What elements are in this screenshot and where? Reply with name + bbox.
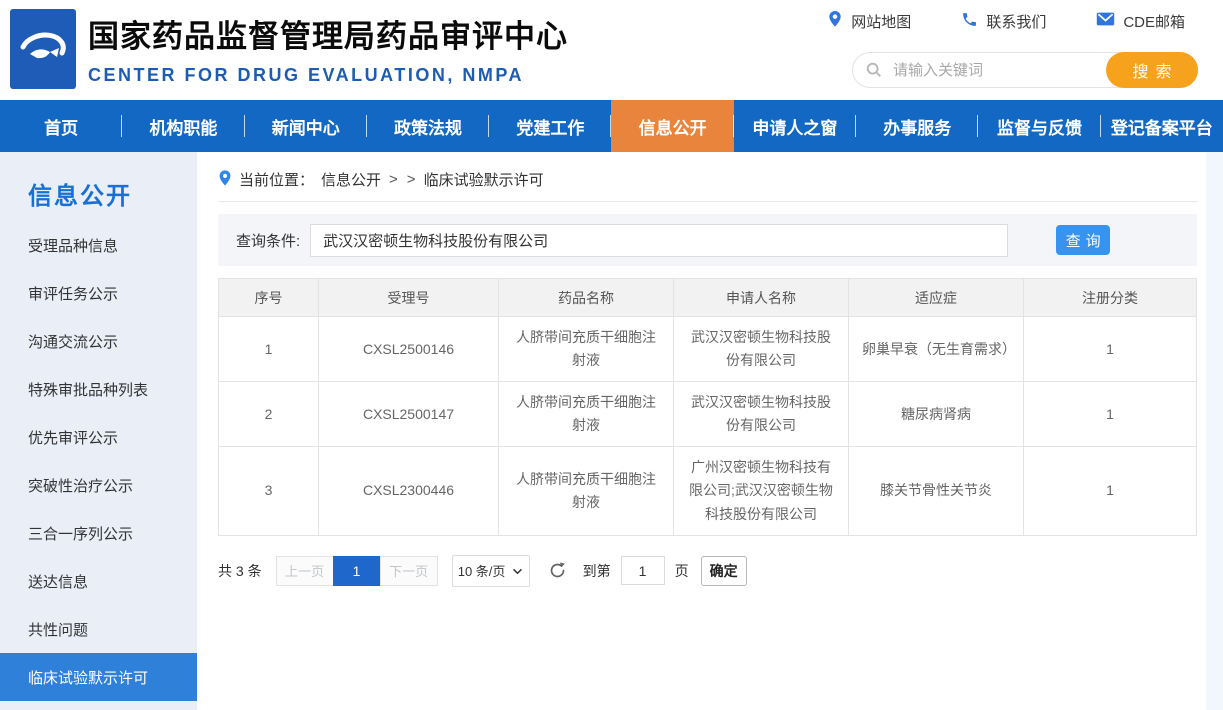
- magnifier-icon: [865, 61, 883, 84]
- nav-item-supervision[interactable]: 监督与反馈: [978, 100, 1100, 152]
- pagination: 共 3 条 上一页 1 下一页 10 条/页 到第 页 确定: [218, 555, 1197, 587]
- query-panel: 查询条件: 查询: [218, 214, 1197, 266]
- site-title-cn: 国家药品监督管理局药品审评中心: [88, 11, 568, 56]
- query-condition-label: 查询条件:: [236, 230, 300, 251]
- table-row: 1 CXSL2500146 人脐带间充质干细胞注射液 武汉汉密顿生物科技股份有限…: [219, 317, 1197, 382]
- nav-item-applicant-window[interactable]: 申请人之窗: [734, 100, 856, 152]
- contact-label: 联系我们: [986, 11, 1046, 32]
- cell-indication: 卵巢早衰（无生育需求）: [849, 317, 1024, 382]
- cell-applicant: 武汉汉密顿生物科技股份有限公司: [674, 317, 849, 382]
- main-nav: 首页 机构职能 新闻中心 政策法规 党建工作 信息公开 申请人之窗 办事服务 监…: [0, 100, 1223, 152]
- column-header-applicant: 申请人名称: [674, 279, 849, 317]
- next-page-button[interactable]: 下一页: [380, 556, 438, 586]
- sidebar-item-special-approval[interactable]: 特殊审批品种列表: [0, 365, 197, 413]
- site-header: 国家药品监督管理局药品审评中心 CENTER FOR DRUG EVALUATI…: [0, 0, 1223, 100]
- column-header-drug-name: 药品名称: [499, 279, 674, 317]
- cell-acceptance-no: CXSL2500147: [319, 382, 499, 447]
- column-header-seq: 序号: [219, 279, 319, 317]
- breadcrumb: 当前位置： 信息公开 > > 临床试验默示许可: [218, 158, 1197, 202]
- sidebar-item-clinical-trial-implied-license[interactable]: 临床试验默示许可: [0, 653, 197, 701]
- nav-item-policies[interactable]: 政策法规: [367, 100, 489, 152]
- cell-indication: 糖尿病肾病: [849, 382, 1024, 447]
- query-condition-input[interactable]: [310, 224, 1008, 257]
- contact-link[interactable]: 联系我们: [961, 10, 1046, 32]
- site-titles: 国家药品监督管理局药品审评中心 CENTER FOR DRUG EVALUATI…: [88, 11, 568, 86]
- total-count-label: 共 3 条: [218, 561, 262, 581]
- page-size-select[interactable]: 10 条/页: [452, 555, 530, 587]
- cell-applicant: 广州汉密顿生物科技有限公司;武汉汉密顿生物科技股份有限公司: [674, 447, 849, 535]
- confirm-button[interactable]: 确定: [701, 556, 747, 586]
- column-header-registration-class: 注册分类: [1024, 279, 1197, 317]
- sidebar-title: 信息公开: [28, 176, 197, 211]
- breadcrumb-separator: >: [407, 171, 416, 188]
- mailbox-label: CDE邮箱: [1123, 11, 1185, 32]
- breadcrumb-current: 临床试验默示许可: [424, 169, 544, 190]
- cell-seq: 2: [219, 382, 319, 447]
- cell-acceptance-no: CXSL2300446: [319, 447, 499, 535]
- page-size-value: 10 条/页: [458, 561, 506, 580]
- nav-item-info-disclosure[interactable]: 信息公开: [611, 100, 733, 152]
- sidebar-item-three-in-one[interactable]: 三合一序列公示: [0, 509, 197, 557]
- cell-registration-class: 1: [1024, 317, 1197, 382]
- site-title-en: CENTER FOR DRUG EVALUATION, NMPA: [88, 65, 568, 86]
- table-row: 3 CXSL2300446 人脐带间充质干细胞注射液 广州汉密顿生物科技有限公司…: [219, 447, 1197, 535]
- location-pin-icon: [218, 169, 232, 191]
- phone-icon: [961, 11, 978, 32]
- cell-acceptance-no: CXSL2500146: [319, 317, 499, 382]
- column-header-indication: 适应症: [849, 279, 1024, 317]
- main-area: 信息公开 受理品种信息 审评任务公示 沟通交流公示 特殊审批品种列表 优先审评公…: [0, 152, 1223, 710]
- cell-indication: 膝关节骨性关节炎: [849, 447, 1024, 535]
- content-area: 当前位置： 信息公开 > > 临床试验默示许可 查询条件: 查询 序号 受理号 药…: [197, 152, 1223, 710]
- nav-item-news[interactable]: 新闻中心: [245, 100, 367, 152]
- site-search: 搜索: [852, 52, 1198, 88]
- breadcrumb-prefix: 当前位置：: [239, 169, 314, 190]
- refresh-icon[interactable]: [548, 561, 567, 580]
- page-right-strip: [1206, 152, 1223, 710]
- nav-item-party[interactable]: 党建工作: [489, 100, 611, 152]
- prev-page-button[interactable]: 上一页: [276, 556, 334, 586]
- table-header-row: 序号 受理号 药品名称 申请人名称 适应症 注册分类: [219, 279, 1197, 317]
- nav-item-home[interactable]: 首页: [0, 100, 122, 152]
- sidebar-item-delivery-info[interactable]: 送达信息: [0, 557, 197, 605]
- results-table: 序号 受理号 药品名称 申请人名称 适应症 注册分类 1 CXSL2500146…: [218, 278, 1197, 536]
- goto-page-unit: 页: [675, 561, 689, 581]
- table-row: 2 CXSL2500147 人脐带间充质干细胞注射液 武汉汉密顿生物科技股份有限…: [219, 382, 1197, 447]
- sidebar: 信息公开 受理品种信息 审评任务公示 沟通交流公示 特殊审批品种列表 优先审评公…: [0, 152, 197, 710]
- sitemap-link[interactable]: 网站地图: [827, 10, 911, 32]
- cell-drug-name: 人脐带间充质干细胞注射液: [499, 382, 674, 447]
- nav-item-services[interactable]: 办事服务: [856, 100, 978, 152]
- sidebar-item-common-issues[interactable]: 共性问题: [0, 605, 197, 653]
- query-button[interactable]: 查询: [1056, 225, 1110, 255]
- sidebar-item-communication[interactable]: 沟通交流公示: [0, 317, 197, 365]
- cell-drug-name: 人脐带间充质干细胞注射液: [499, 317, 674, 382]
- sitemap-label: 网站地图: [851, 11, 911, 32]
- cell-applicant: 武汉汉密顿生物科技股份有限公司: [674, 382, 849, 447]
- cde-logo[interactable]: [10, 9, 76, 89]
- sidebar-item-breakthrough-therapy[interactable]: 突破性治疗公示: [0, 461, 197, 509]
- sidebar-item-accepted-varieties[interactable]: 受理品种信息: [0, 221, 197, 269]
- cell-drug-name: 人脐带间充质干细胞注射液: [499, 447, 674, 535]
- mailbox-link[interactable]: CDE邮箱: [1096, 10, 1185, 32]
- site-search-button[interactable]: 搜索: [1106, 52, 1198, 88]
- location-pin-icon: [827, 10, 843, 32]
- header-utility-links: 网站地图 联系我们 CDE邮箱: [827, 10, 1185, 32]
- goto-page-input[interactable]: [621, 556, 665, 585]
- cell-registration-class: 1: [1024, 447, 1197, 535]
- sidebar-item-review-tasks[interactable]: 审评任务公示: [0, 269, 197, 317]
- page-number-button[interactable]: 1: [333, 556, 381, 586]
- breadcrumb-section[interactable]: 信息公开: [321, 169, 381, 190]
- sidebar-item-priority-review[interactable]: 优先审评公示: [0, 413, 197, 461]
- nav-item-functions[interactable]: 机构职能: [122, 100, 244, 152]
- nav-item-registration-platform[interactable]: 登记备案平台: [1101, 100, 1223, 152]
- goto-page-label: 到第: [583, 561, 611, 581]
- cell-registration-class: 1: [1024, 382, 1197, 447]
- mail-icon: [1096, 11, 1115, 31]
- breadcrumb-separator: >: [389, 171, 398, 188]
- cell-seq: 3: [219, 447, 319, 535]
- cell-seq: 1: [219, 317, 319, 382]
- chevron-down-icon: [512, 563, 523, 578]
- column-header-acceptance-no: 受理号: [319, 279, 499, 317]
